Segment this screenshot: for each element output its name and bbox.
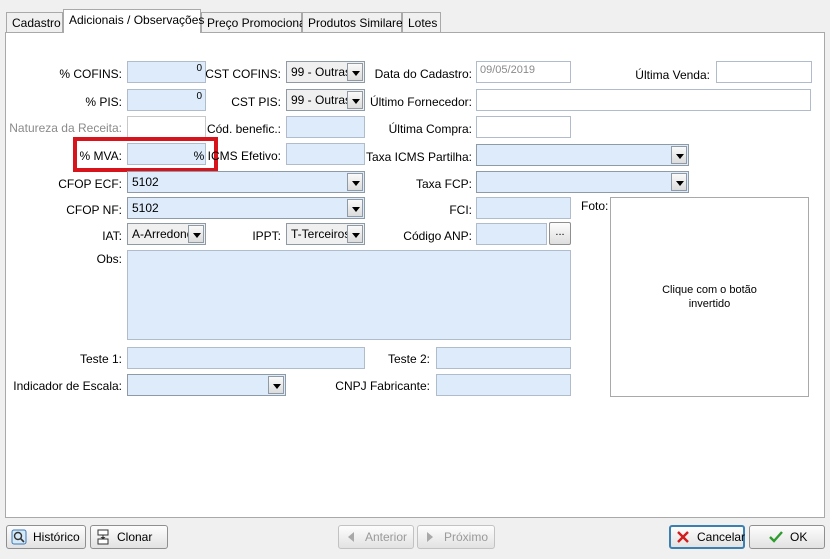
tab-produtos-similares[interactable]: Produtos Similares — [302, 12, 409, 32]
chevron-down-icon[interactable] — [347, 225, 363, 243]
tab-adicionais-observacoes[interactable]: Adicionais / Observações — [63, 9, 204, 33]
teste1-label: Teste 1: — [79, 352, 122, 366]
natureza-receita-field[interactable] — [127, 116, 206, 138]
chevron-down-icon[interactable] — [671, 146, 687, 164]
cofins-field[interactable]: 0 — [127, 61, 206, 83]
proximo-button[interactable]: Próximo — [417, 525, 495, 549]
indicador-escala-label: Indicador de Escala: — [13, 379, 122, 393]
cod-benefic-field[interactable] — [286, 116, 365, 138]
cst-cofins-select[interactable]: 99 - Outras — [286, 61, 365, 83]
magnifier-icon — [11, 529, 27, 545]
tab-preco-promocional[interactable]: Preço Promocional — [201, 12, 308, 32]
cancelar-button[interactable]: Cancelar — [669, 525, 745, 549]
ultimo-fornecedor-field[interactable] — [476, 89, 811, 111]
ultima-venda-field[interactable] — [716, 61, 812, 83]
fci-label: FCI: — [449, 203, 472, 217]
ippt-select[interactable]: T-Terceiros — [286, 223, 365, 245]
icms-efetivo-field[interactable] — [286, 143, 365, 165]
foto-label: Foto: — [581, 199, 609, 213]
cfop-ecf-select[interactable]: 5102 — [127, 171, 365, 193]
clone-icon — [95, 529, 111, 545]
codigo-anp-field[interactable] — [476, 223, 547, 245]
indicador-escala-select[interactable] — [127, 374, 286, 396]
foto-hint: Clique com o botão invertido — [662, 284, 757, 310]
chevron-down-icon[interactable] — [347, 173, 363, 191]
cfop-nf-select[interactable]: 5102 — [127, 197, 365, 219]
chevron-down-icon[interactable] — [347, 199, 363, 217]
taxa-fcp-select[interactable] — [476, 171, 689, 193]
cfop-nf-value: 5102 — [132, 201, 159, 215]
teste2-field[interactable] — [436, 347, 571, 369]
taxa-icms-partilha-label: Taxa ICMS Partilha: — [365, 150, 472, 164]
checkmark-icon — [768, 529, 784, 545]
cfop-nf-label: CFOP NF: — [66, 203, 122, 217]
obs-textarea[interactable] — [127, 250, 571, 340]
chevron-down-icon[interactable] — [188, 225, 204, 243]
ippt-value: T-Terceiros — [291, 227, 351, 241]
cst-cofins-value: 99 - Outras — [291, 65, 352, 79]
iat-select[interactable]: A-Arredonda — [127, 223, 206, 245]
cancelar-button-label: Cancelar — [697, 530, 746, 544]
cancel-x-icon — [675, 529, 691, 545]
data-cadastro-label: Data do Cadastro: — [374, 67, 472, 81]
icms-efetivo-label: % ICMS Efetivo: — [193, 149, 281, 163]
teste2-label: Teste 2: — [387, 352, 430, 366]
cofins-label: % COFINS: — [59, 67, 122, 81]
taxa-icms-partilha-select[interactable] — [476, 144, 689, 166]
chevron-down-icon[interactable] — [347, 63, 363, 81]
chevron-down-icon[interactable] — [347, 91, 363, 109]
data-cadastro-field: 09/05/2019 — [476, 61, 571, 83]
proximo-button-label: Próximo — [444, 530, 489, 544]
ippt-label: IPPT: — [252, 229, 281, 243]
obs-label: Obs: — [96, 252, 122, 266]
ok-button-label: OK — [790, 530, 808, 544]
cfop-ecf-value: 5102 — [132, 175, 159, 189]
cst-cofins-label: CST COFINS: — [205, 67, 281, 81]
clonar-button-label: Clonar — [117, 530, 153, 544]
taxa-fcp-label: Taxa FCP: — [415, 177, 472, 191]
natureza-receita-label: Natureza da Receita: — [9, 121, 122, 135]
chevron-down-icon[interactable] — [671, 173, 687, 191]
pis-field[interactable]: 0 — [127, 89, 206, 111]
codigo-anp-label: Código ANP: — [403, 229, 472, 243]
cst-pis-select[interactable]: 99 - Outras — [286, 89, 365, 111]
cst-pis-label: CST PIS: — [231, 95, 281, 109]
cnpj-fabricante-label: CNPJ Fabricante: — [335, 379, 430, 393]
cst-pis-value: 99 - Outras — [291, 93, 352, 107]
cfop-ecf-label: CFOP ECF: — [58, 177, 122, 191]
foto-area[interactable]: Clique com o botão invertido — [610, 197, 809, 397]
fci-field[interactable] — [476, 197, 571, 219]
historico-button-label: Histórico — [33, 530, 80, 544]
arrow-right-icon — [422, 529, 438, 545]
ultimo-fornecedor-label: Último Fornecedor: — [369, 95, 472, 109]
tab-cadastro[interactable]: Cadastro — [6, 12, 63, 32]
ultima-compra-field[interactable] — [476, 116, 571, 138]
anterior-button[interactable]: Anterior — [338, 525, 414, 549]
iat-label: IAT: — [102, 229, 122, 243]
chevron-down-icon[interactable] — [268, 376, 284, 394]
codigo-anp-lookup-button[interactable]: ... — [549, 222, 571, 245]
ultima-compra-label: Última Compra: — [388, 122, 472, 136]
cnpj-fabricante-field[interactable] — [436, 374, 571, 396]
cod-benefic-label: Cód. benefic.: — [206, 122, 281, 136]
arrow-left-icon — [343, 529, 359, 545]
tab-lotes[interactable]: Lotes — [402, 12, 441, 32]
pis-label: % PIS: — [85, 95, 122, 109]
historico-button[interactable]: Histórico — [6, 525, 86, 549]
ultima-venda-label: Última Venda: — [635, 68, 710, 82]
ok-button[interactable]: OK — [749, 525, 825, 549]
clonar-button[interactable]: Clonar — [90, 525, 168, 549]
anterior-button-label: Anterior — [365, 530, 408, 544]
teste1-field[interactable] — [127, 347, 365, 369]
